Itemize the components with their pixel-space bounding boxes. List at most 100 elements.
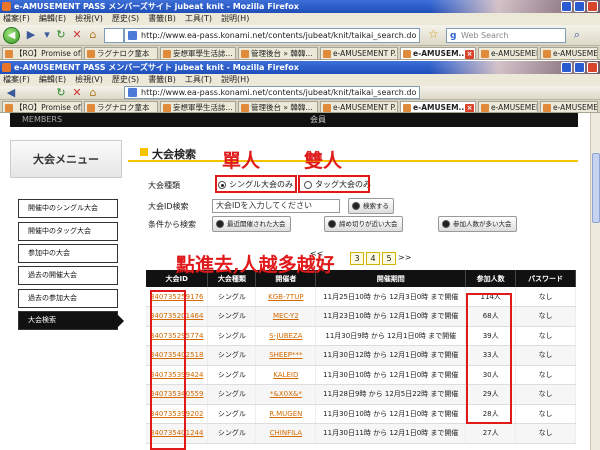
tab-3[interactable]: 妄想軍學生活誌... [160, 101, 236, 112]
dropdown-icon[interactable]: ▾ [40, 28, 54, 42]
tab-2[interactable]: ラグナロク童本 [84, 47, 158, 59]
firefox-icon [2, 63, 11, 72]
tab-favicon [403, 104, 411, 112]
sidebar-item-past-joined[interactable]: 過去の参加大会 [18, 289, 118, 308]
tab-8[interactable]: e-AMUSEMENT P... [540, 47, 598, 59]
page-scrollbar[interactable] [590, 113, 600, 450]
type-cell: シングル [207, 423, 257, 444]
tab-favicon [543, 50, 551, 58]
menu-view[interactable]: 檢視(V) [75, 14, 103, 23]
arrow-icon [442, 220, 450, 228]
condition-row: 条件から検索 最近開催された大会 締め切りが近い大会 参加人数が多い大会 [140, 214, 580, 234]
menu-tools[interactable]: 工具(T) [185, 14, 212, 23]
host-link[interactable]: MEC-Y2 [255, 306, 317, 327]
password-cell: なし [515, 384, 576, 405]
period-cell: 11月30日11時 から 12月1日0時 まで開催 [315, 423, 467, 444]
host-link[interactable]: *&X0X&* [255, 384, 317, 405]
menu-edit[interactable]: 編輯(E) [39, 14, 66, 23]
sidebar-item-joined[interactable]: 参加中の大会 [18, 244, 118, 263]
host-link[interactable]: S-JUBEZA [255, 326, 317, 346]
arrow-icon [328, 220, 336, 228]
tab-4[interactable]: 管理後台 » 韓韓... [238, 101, 318, 112]
tab-1[interactable]: 【RO】Promise of... [2, 47, 82, 59]
tab-8[interactable]: e-AMUSEMENT P... [540, 101, 598, 112]
tab-5[interactable]: e-AMUSEMENT P... [320, 47, 398, 59]
window-titlebar: e-AMUSEMENT PASS メンバーズサイト jubeat knit - … [0, 0, 600, 13]
search-button[interactable]: 検索する [348, 198, 394, 214]
tab-7[interactable]: e-AMUSEMENT P... [478, 47, 538, 59]
home-icon[interactable]: ⌂ [86, 28, 100, 42]
page-5[interactable]: 5 [382, 252, 396, 265]
menu-tools[interactable]: 工具(T) [185, 75, 212, 84]
period-cell: 11月30日12時 から 12月1日0時 まで開催 [315, 345, 467, 366]
sidebar-item-open-single[interactable]: 開催中のシングル大会 [18, 199, 118, 218]
search-input[interactable]: g Web Search [446, 28, 566, 43]
type-cell: シングル [207, 326, 257, 346]
window-title: e-AMUSEMENT PASS メンバーズサイト jubeat knit - … [14, 2, 299, 11]
tab-7[interactable]: e-AMUSEMENT P... [478, 101, 538, 112]
col-period: 開催期間 [315, 270, 467, 287]
menu-view[interactable]: 檢視(V) [75, 75, 103, 84]
password-cell: なし [515, 365, 576, 385]
host-link[interactable]: SHEEP*** [255, 345, 317, 366]
banner-text: MEMBERS [22, 115, 63, 124]
page-3[interactable]: 3 [350, 252, 364, 265]
host-link[interactable]: KALEID [255, 365, 317, 385]
reload-icon[interactable]: ↻ [54, 86, 68, 100]
menu-file[interactable]: 檔案(F) [3, 14, 30, 23]
type-cell: シングル [207, 306, 257, 327]
search-go-icon[interactable]: ⌕ [570, 28, 584, 42]
deadline-button[interactable]: 締め切りが近い大会 [324, 216, 403, 232]
menu-edit[interactable]: 編輯(E) [39, 75, 66, 84]
stop-icon[interactable]: ✕ [70, 28, 84, 42]
host-link[interactable]: R.MUGEN [255, 404, 317, 424]
back-button[interactable]: ◀ [4, 86, 18, 100]
minimize-button[interactable] [561, 1, 572, 12]
tab-6[interactable]: e-AMUSEM... × [400, 47, 476, 59]
sidebar-item-past-hosted[interactable]: 過去の開催大会 [18, 266, 118, 285]
scrollbar-thumb[interactable] [592, 153, 600, 223]
close-button[interactable] [587, 1, 598, 12]
sidebar-item-open-tag[interactable]: 開催中のタッグ大会 [18, 222, 118, 241]
reload-icon[interactable]: ↻ [54, 28, 68, 42]
tab-1[interactable]: 【RO】Promise of... [2, 101, 82, 112]
close-button[interactable] [587, 62, 598, 73]
tab-favicon [481, 104, 489, 112]
bookmark-star-icon[interactable]: ☆ [428, 27, 439, 41]
host-link[interactable]: KGB-7TUP [255, 287, 317, 307]
id-input[interactable]: 大会IDを入力してください [212, 199, 340, 213]
page-4[interactable]: 4 [366, 252, 380, 265]
home-icon[interactable]: ⌂ [86, 86, 100, 100]
tab-2[interactable]: ラグナロク童本 [84, 101, 158, 112]
pager-next[interactable]: >> [398, 253, 411, 262]
password-cell: なし [515, 404, 576, 424]
close-tab-icon[interactable]: × [465, 50, 474, 59]
url-bar[interactable]: http://www.ea-pass.konami.net/contents/j… [124, 28, 420, 43]
maximize-button[interactable] [574, 1, 585, 12]
maximize-button[interactable] [574, 62, 585, 73]
forward-button[interactable]: ▶ [24, 28, 38, 42]
close-tab-icon[interactable]: × [465, 104, 474, 112]
menu-history[interactable]: 歷史(S) [112, 75, 139, 84]
annotation-tag: 雙人 [304, 150, 343, 172]
menu-help[interactable]: 說明(H) [221, 14, 249, 23]
menu-history[interactable]: 歷史(S) [112, 14, 139, 23]
site-identity-button[interactable] [104, 28, 124, 43]
tab-3[interactable]: 妄想軍學生活誌... [160, 47, 236, 59]
menu-bookmarks[interactable]: 書籤(B) [148, 75, 176, 84]
tab-4[interactable]: 管理後台 » 韓韓... [238, 47, 318, 59]
menu-bookmarks[interactable]: 書籤(B) [148, 14, 176, 23]
menu-help[interactable]: 說明(H) [221, 75, 249, 84]
tab-5[interactable]: e-AMUSEMENT P... [320, 101, 398, 112]
minimize-button[interactable] [561, 62, 572, 73]
annotation-box-ids [150, 290, 186, 450]
tab-6[interactable]: e-AMUSEM... × [400, 101, 476, 112]
stop-icon[interactable]: ✕ [70, 86, 84, 100]
sidebar-item-search[interactable]: 大会検索 [18, 311, 124, 330]
popular-button[interactable]: 参加人数が多い大会 [438, 216, 517, 232]
menu-file[interactable]: 檔案(F) [3, 75, 30, 84]
recent-button[interactable]: 最近開催された大会 [212, 216, 291, 232]
url-bar-2[interactable]: http://www.ea-pass.konami.net/contents/j… [124, 86, 420, 99]
back-button[interactable]: ◀ [3, 27, 20, 44]
host-link[interactable]: CHINFILA [255, 423, 317, 444]
